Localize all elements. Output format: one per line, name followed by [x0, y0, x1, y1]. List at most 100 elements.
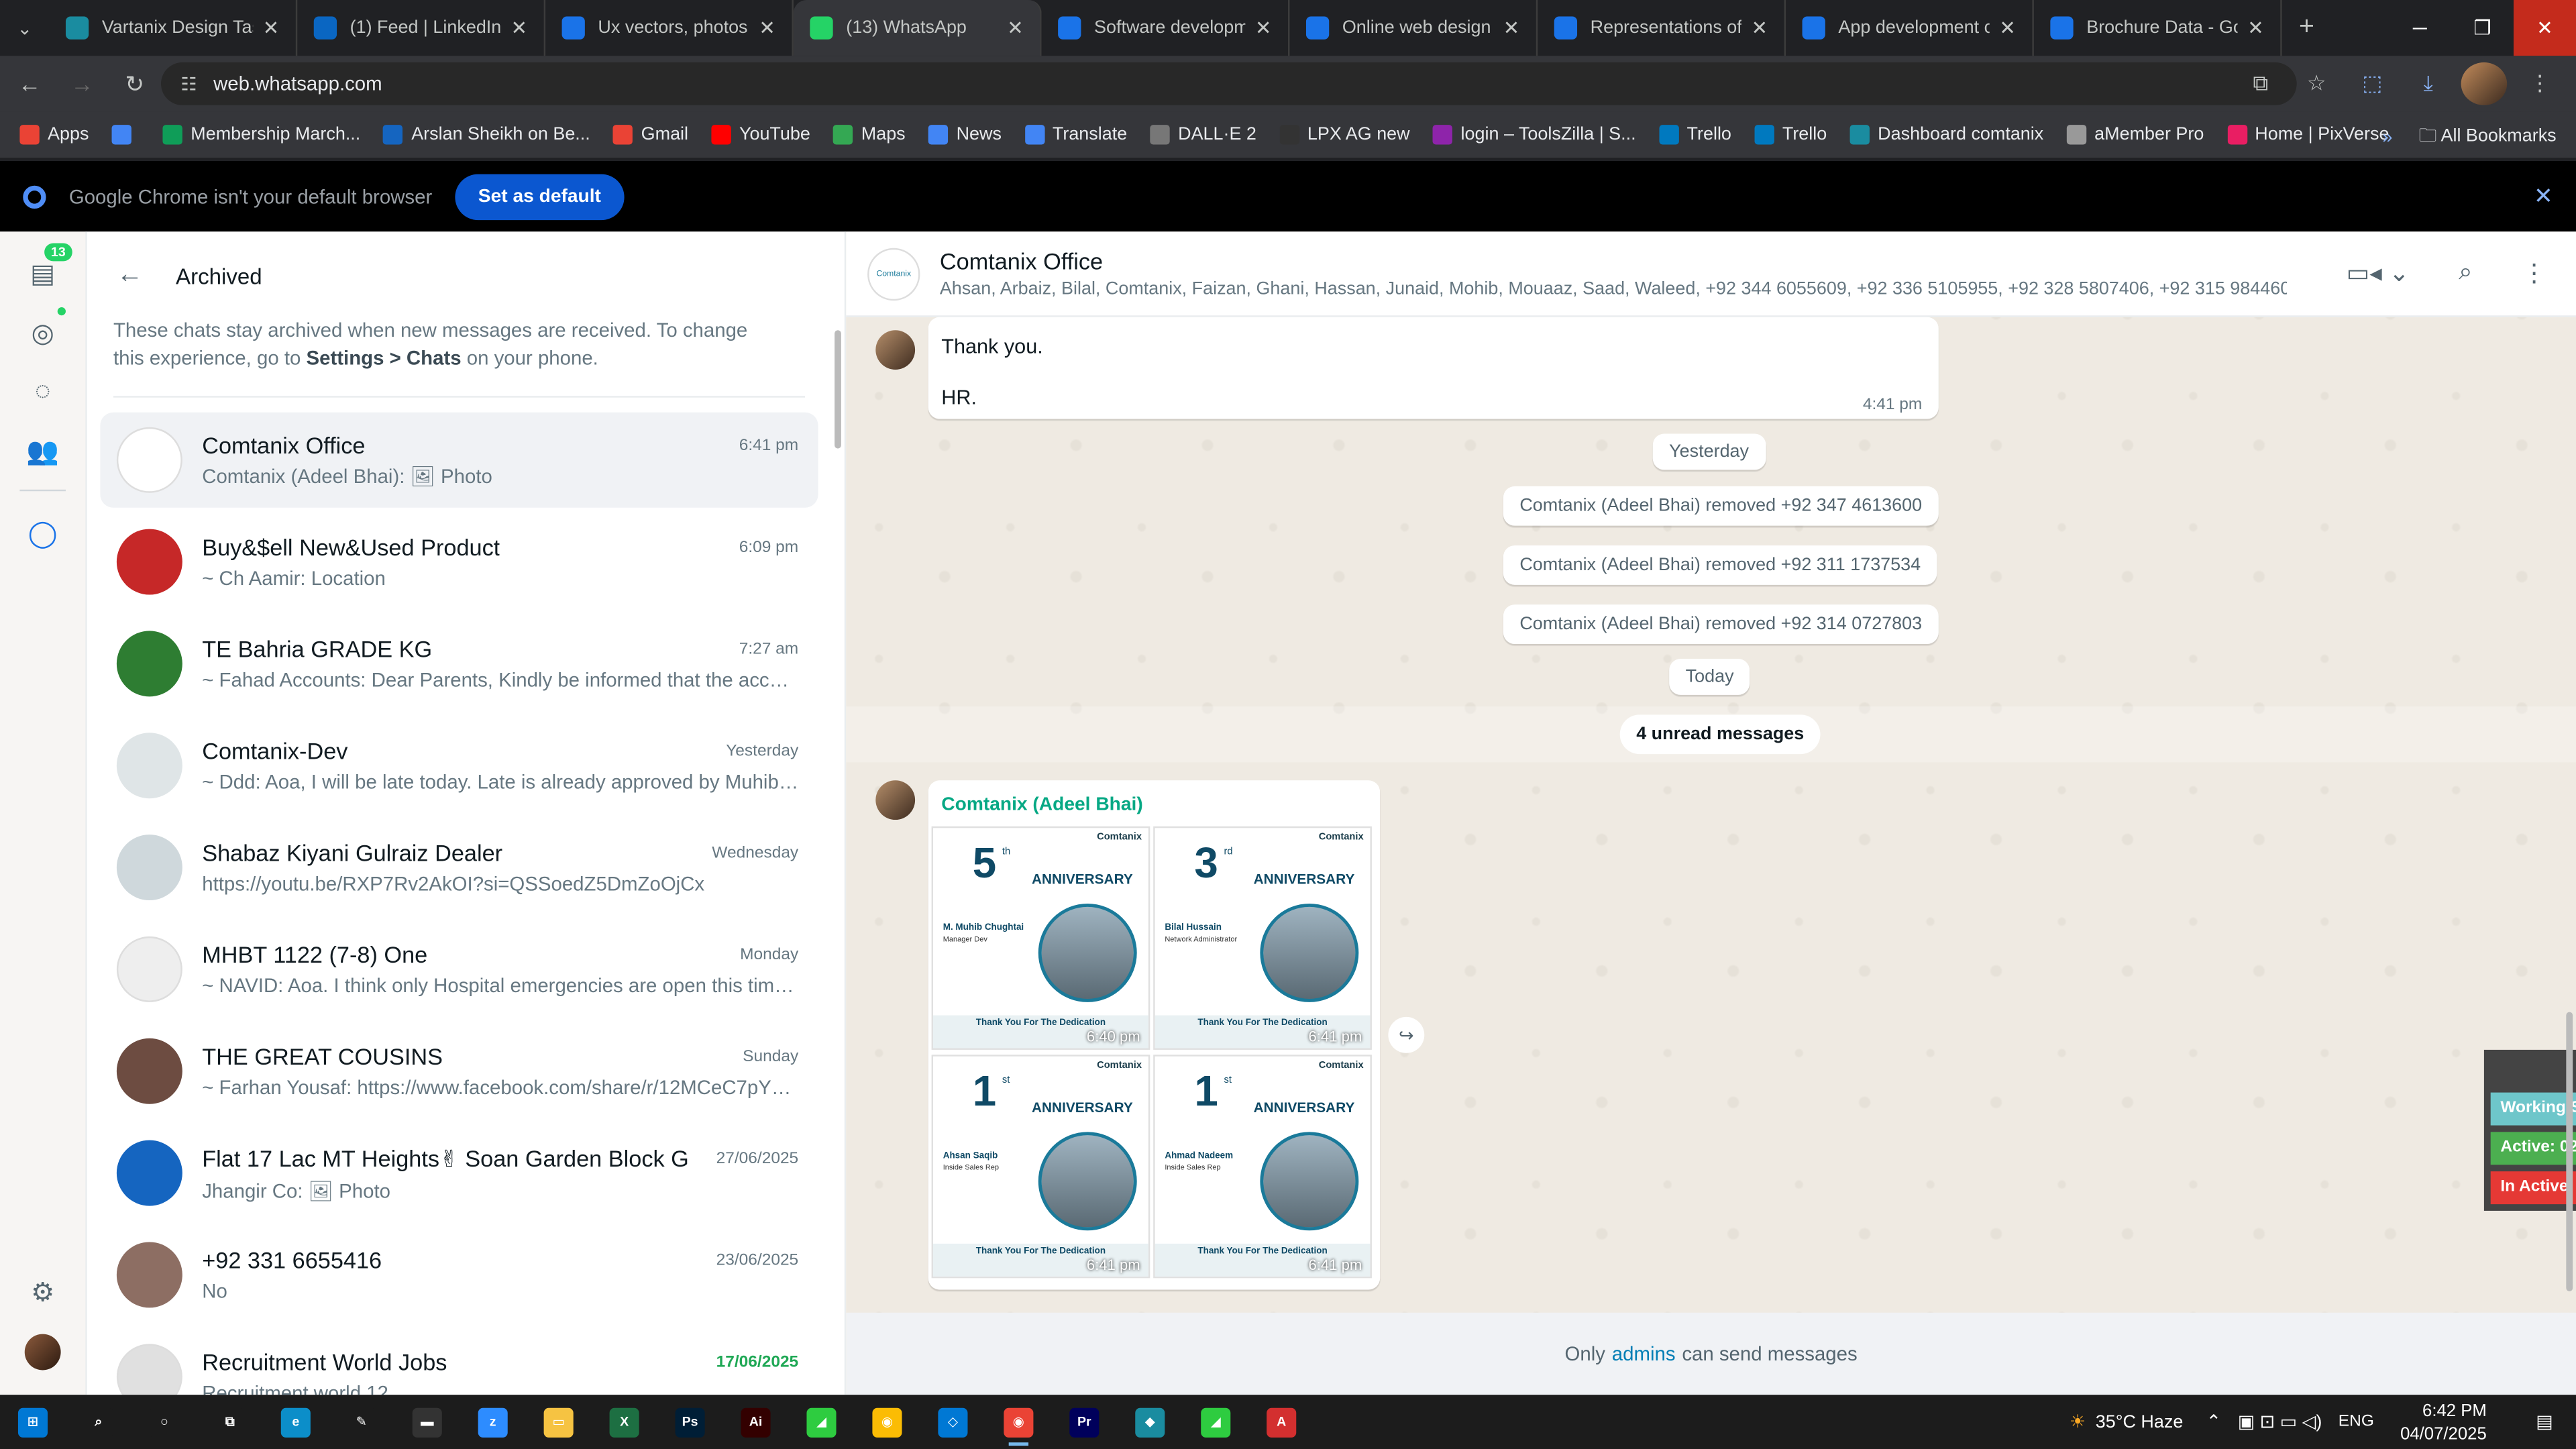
bookmark-item[interactable]: Apps	[19, 125, 89, 145]
bookmark-item[interactable]: Trello	[1754, 125, 1827, 145]
bookmark-star-icon[interactable]: ☆	[2294, 62, 2340, 105]
conversation-scrollbar[interactable]	[2566, 1012, 2573, 1291]
infobar-close-icon[interactable]: ✕	[2534, 182, 2553, 211]
anniversary-image[interactable]: Comtanix 1 st ANNIVERSARY Ahmad Nadeem Inside…	[1153, 1055, 1372, 1279]
chat-list-item[interactable]: Flat 17 Lac MT Heights✌ Soan Garden Bloc…	[100, 1126, 818, 1221]
status-icon[interactable]: ◎	[23, 314, 62, 354]
reload-icon[interactable]: ↻	[112, 61, 158, 107]
photo-album-message[interactable]: Comtanix (Adeel Bhai) Comtanix 5 th ANNIVER…	[928, 780, 1381, 1290]
vscode-icon[interactable]: ◇	[920, 1395, 985, 1449]
tray-icons[interactable]: ▣ ⊡ ▭ ◁)	[2238, 1411, 2322, 1432]
anniversary-image[interactable]: Comtanix 3 rd ANNIVERSARY Bilal Hussain Netwo…	[1153, 826, 1372, 1050]
bookmark-item[interactable]: DALL·E 2	[1150, 125, 1256, 145]
premiere-icon[interactable]: Pr	[1051, 1395, 1117, 1449]
pen-icon[interactable]: ✎	[329, 1395, 394, 1449]
search-icon[interactable]: ⌕	[66, 1395, 131, 1449]
file-explorer-icon[interactable]: ▭	[526, 1395, 592, 1449]
profile-avatar-icon[interactable]	[23, 1332, 62, 1372]
tab-close-icon[interactable]: ✕	[1751, 16, 1768, 39]
forward-icon[interactable]: →	[59, 61, 105, 107]
tab-close-icon[interactable]: ✕	[1999, 16, 2016, 39]
channels-icon[interactable]: ◌	[23, 373, 62, 413]
bookmark-item[interactable]: Trello	[1658, 125, 1731, 145]
bookmark-item[interactable]: Gmail	[613, 125, 688, 145]
all-bookmarks-button[interactable]: 🗀 All Bookmarks	[2419, 121, 2557, 153]
meta-ai-icon[interactable]: ◯	[23, 515, 62, 554]
tab-close-icon[interactable]: ✕	[2247, 16, 2264, 39]
app2-icon[interactable]: ◆	[1117, 1395, 1183, 1449]
chrome-active-icon[interactable]: ◉	[985, 1395, 1051, 1449]
message-bubble[interactable]: Thank you. HR. 4:41 pm	[928, 317, 1939, 419]
tab-close-icon[interactable]: ✕	[1007, 16, 1024, 39]
bookmark-item[interactable]: Dashboard comtanix	[1849, 125, 2043, 145]
chat-list-item[interactable]: Buy&$ell New&Used Product 6:09 pm ~ Ch Aam…	[100, 515, 818, 610]
weather-text[interactable]: 35°C Haze	[2096, 1412, 2184, 1432]
chat-list-item[interactable]: Comtanix-Dev Yesterday ~ Ddd: Aoa, I will …	[100, 718, 818, 813]
back-arrow-icon[interactable]: ←	[117, 261, 143, 290]
notifications-icon[interactable]: ▤	[2536, 1411, 2553, 1432]
admins-link[interactable]: admins	[1612, 1342, 1676, 1365]
extensions-icon[interactable]: ⬚	[2349, 62, 2396, 105]
new-tab-button[interactable]: +	[2282, 0, 2331, 56]
set-as-default-button[interactable]: Set as default	[455, 173, 625, 219]
browser-tab[interactable]: Software developme ✕	[1042, 0, 1290, 56]
bookmark-item[interactable]: login – ToolsZilla | S...	[1432, 125, 1636, 145]
site-info-icon[interactable]: ☷	[180, 73, 197, 94]
tab-search-icon[interactable]: ⌄	[0, 0, 49, 56]
forward-icon[interactable]: ↪	[1388, 1016, 1425, 1053]
clock[interactable]: 6:42 PM 04/07/2025	[2400, 1399, 2487, 1445]
photoshop-icon[interactable]: Ps	[657, 1395, 723, 1449]
bookmark-item[interactable]: News	[928, 125, 1002, 145]
start-icon[interactable]: ⊞	[0, 1395, 66, 1449]
bookmark-item[interactable]: Arslan Sheikh on Be...	[383, 125, 590, 145]
bookmark-item[interactable]: Translate	[1024, 125, 1127, 145]
browser-tab[interactable]: Online web design | F ✕	[1289, 0, 1538, 56]
chat-list-item[interactable]: MHBT 1122 (7-8) One Monday ~ NAVID: Aoa. I…	[100, 922, 818, 1017]
weather-icon[interactable]: ☀	[2070, 1411, 2086, 1432]
bookmark-item[interactable]: aMember Pro	[2066, 125, 2204, 145]
bookmark-item[interactable]	[111, 125, 140, 145]
sender-avatar[interactable]	[875, 780, 916, 820]
video-call-icon[interactable]: ▭◂ ⌄	[2347, 258, 2410, 288]
install-app-icon[interactable]: ⧉	[2238, 62, 2284, 105]
sender-avatar[interactable]	[875, 330, 916, 370]
acrobat-icon[interactable]: A	[1248, 1395, 1314, 1449]
chat-list-item[interactable]: Recruitment World Jobs 17/06/2025 Recruitm…	[100, 1329, 818, 1395]
browser-tab[interactable]: Representations of u ✕	[1538, 0, 1786, 56]
close-window-button[interactable]: ✕	[2513, 0, 2576, 56]
chat-list-item[interactable]: THE GREAT COUSINS Sunday ~ Farhan Yousaf: …	[100, 1024, 818, 1119]
app3-icon[interactable]: ◢	[1183, 1395, 1248, 1449]
zoom-icon[interactable]: z	[460, 1395, 526, 1449]
bookmark-item[interactable]: Home | PixVerse	[2226, 125, 2389, 145]
tab-close-icon[interactable]: ✕	[263, 16, 280, 39]
task-view-icon[interactable]: ⧉	[197, 1395, 263, 1449]
tab-close-icon[interactable]: ✕	[511, 16, 527, 39]
bookmark-item[interactable]: LPX AG new	[1279, 125, 1410, 145]
settings-icon[interactable]: ⚙	[23, 1273, 62, 1313]
bookmark-item[interactable]: YouTube	[711, 125, 810, 145]
minimize-button[interactable]: ─	[2389, 0, 2451, 56]
chrome-menu-icon[interactable]: ⋮	[2517, 62, 2563, 105]
chat-list-item[interactable]: TE Bahria GRADE KG 7:27 am ~ Fahad Account…	[100, 616, 818, 711]
tab-close-icon[interactable]: ✕	[1503, 16, 1520, 39]
communities-icon[interactable]: 👥	[23, 432, 62, 472]
browser-tab[interactable]: Vartanix Design Tasks ✕	[49, 0, 298, 56]
browser-tab[interactable]: (13) WhatsApp ✕	[793, 0, 1042, 56]
tab-close-icon[interactable]: ✕	[1255, 16, 1272, 39]
downloads-icon[interactable]: ⤓	[2405, 62, 2451, 105]
excel-icon[interactable]: X	[592, 1395, 657, 1449]
back-icon[interactable]: ←	[7, 61, 53, 107]
browser-tab[interactable]: App development co ✕	[1786, 0, 2034, 56]
more-bookmarks-icon[interactable]: »	[2382, 127, 2392, 147]
restore-button[interactable]: ❐	[2451, 0, 2514, 56]
language-indicator[interactable]: ENG	[2339, 1413, 2374, 1431]
browser-tab[interactable]: (1) Feed | LinkedIn ✕	[297, 0, 546, 56]
app-icon[interactable]: ◢	[789, 1395, 855, 1449]
chat-list-item[interactable]: Comtanix Office 6:41 pm Comtanix (Adeel Bh…	[100, 412, 818, 508]
illustrator-icon[interactable]: Ai	[723, 1395, 789, 1449]
menu-icon[interactable]: ⋮	[2522, 258, 2546, 288]
chat-list-item[interactable]: Shabaz Kiyani Gulraiz Dealer Wednesday htt…	[100, 820, 818, 915]
group-avatar[interactable]: Comtanix	[867, 247, 920, 300]
terminal-icon[interactable]: ▬	[394, 1395, 460, 1449]
anniversary-image[interactable]: Comtanix 5 th ANNIVERSARY M. Muhib Chughtai M…	[931, 826, 1150, 1050]
